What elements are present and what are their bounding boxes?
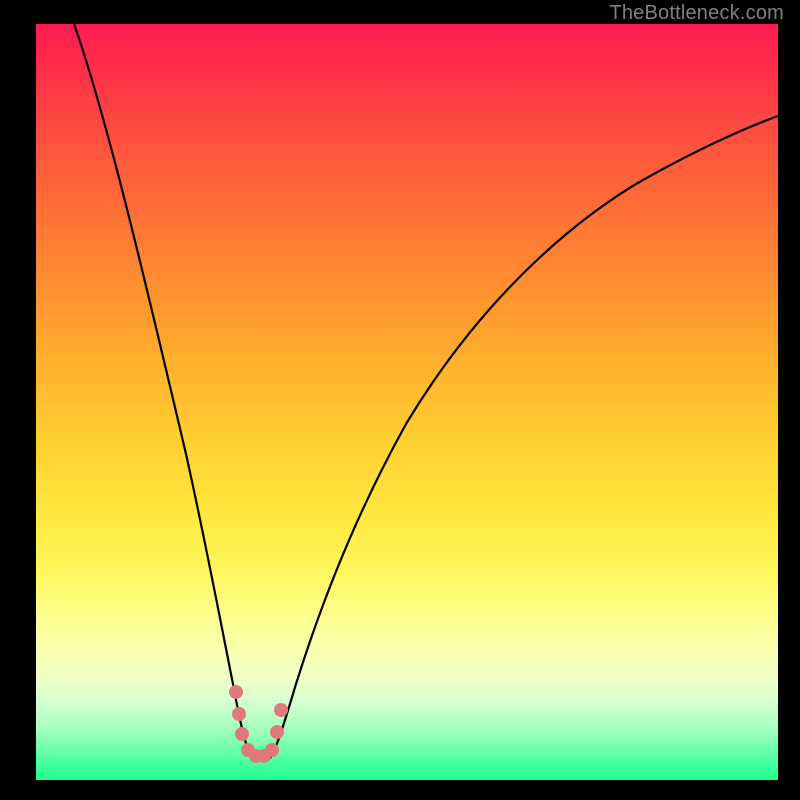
- marker-dot: [232, 707, 246, 721]
- marker-dot: [249, 749, 263, 763]
- marker-dot: [257, 749, 271, 763]
- watermark-text: TheBottleneck.com: [609, 2, 784, 25]
- marker-dot: [274, 703, 288, 717]
- marker-dot: [235, 727, 249, 741]
- marker-cluster: [229, 685, 288, 763]
- bottleneck-curve: [74, 24, 778, 758]
- plot-area: [36, 24, 778, 780]
- chart-frame: TheBottleneck.com: [0, 0, 800, 800]
- curve-layer: [36, 24, 778, 780]
- marker-dot: [229, 685, 243, 699]
- marker-dot: [241, 743, 255, 757]
- marker-dot: [270, 725, 284, 739]
- marker-dot: [265, 743, 279, 757]
